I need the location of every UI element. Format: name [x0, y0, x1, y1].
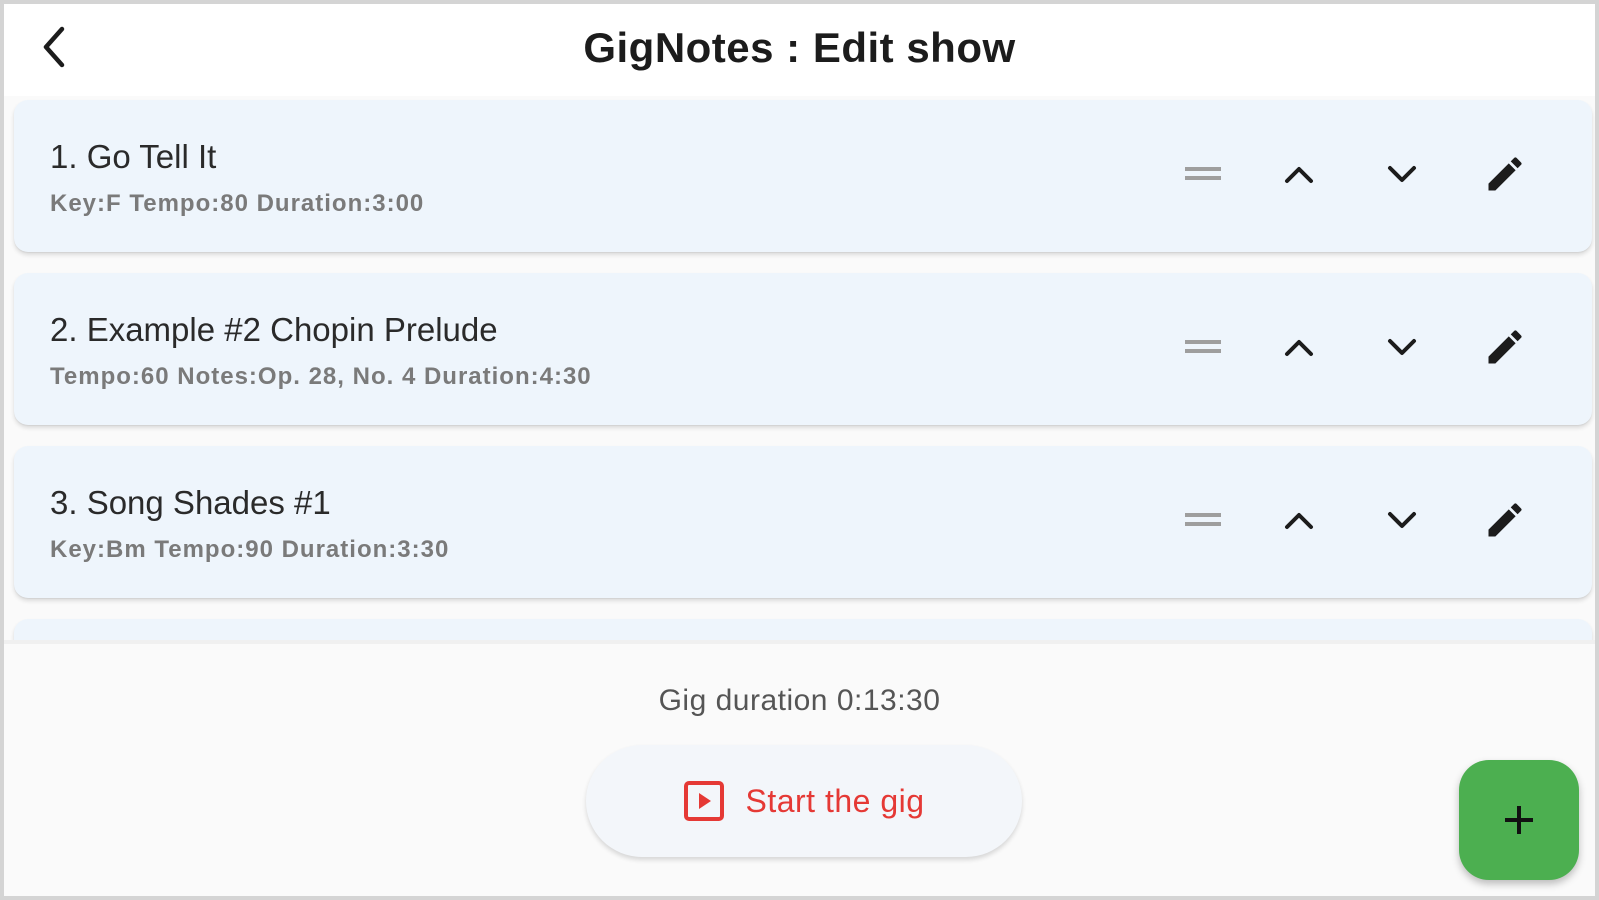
drag-handle-icon [1185, 513, 1221, 526]
song-details: Tempo:60 Notes:Op. 28, No. 4 Duration:4:… [50, 363, 592, 390]
drag-handle-icon [1185, 167, 1221, 180]
pencil-icon [1488, 330, 1522, 364]
move-down-button[interactable] [1374, 319, 1430, 375]
gig-duration-text: Gig duration 0:13:30 [658, 684, 941, 717]
edit-button[interactable] [1477, 319, 1533, 375]
song-details: Key:Bm Tempo:90 Duration:3:30 [50, 536, 450, 563]
chevron-down-icon [1388, 512, 1416, 528]
edit-button[interactable] [1477, 492, 1533, 548]
app-bar: GigNotes : Edit show [4, 4, 1595, 96]
song-card[interactable]: 2. Example #2 Chopin Prelude Tempo:60 No… [14, 273, 1592, 425]
start-gig-button[interactable]: Start the gig [586, 745, 1022, 857]
chevron-down-icon [1388, 339, 1416, 355]
move-up-button[interactable] [1271, 492, 1327, 548]
move-up-button[interactable] [1271, 146, 1327, 202]
plus-icon [1505, 806, 1533, 834]
drag-handle[interactable] [1175, 319, 1231, 375]
drag-handle[interactable] [1175, 492, 1231, 548]
song-title: 2. Example #2 Chopin Prelude [50, 311, 498, 348]
song-title: 3. Song Shades #1 [50, 484, 331, 521]
move-down-button[interactable] [1374, 492, 1430, 548]
chevron-up-icon [1285, 340, 1313, 356]
move-down-button[interactable] [1374, 146, 1430, 202]
song-list[interactable]: 1. Go Tell It Key:F Tempo:80 Duration:3:… [4, 96, 1595, 644]
chevron-down-icon [1388, 166, 1416, 182]
move-up-button[interactable] [1271, 319, 1327, 375]
chevron-up-icon [1285, 167, 1313, 183]
page-title: GigNotes : Edit show [583, 24, 1016, 71]
drag-handle[interactable] [1175, 146, 1231, 202]
chevron-up-icon [1285, 513, 1313, 529]
start-gig-label: Start the gig [745, 782, 925, 819]
song-card[interactable]: 3. Song Shades #1 Key:Bm Tempo:90 Durati… [14, 446, 1592, 598]
play-box-icon [684, 781, 725, 821]
edit-button[interactable] [1477, 146, 1533, 202]
list-bottom-edge [4, 640, 1595, 644]
pencil-icon [1488, 157, 1522, 191]
add-song-button[interactable] [1459, 760, 1579, 880]
drag-handle-icon [1185, 340, 1221, 353]
pencil-icon [1488, 503, 1522, 537]
song-card[interactable]: 1. Go Tell It Key:F Tempo:80 Duration:3:… [14, 100, 1592, 252]
app-window: GigNotes : Edit show 1. Go Tell It Key:F… [0, 0, 1599, 900]
song-title: 1. Go Tell It [50, 138, 217, 175]
song-details: Key:F Tempo:80 Duration:3:00 [50, 190, 425, 217]
